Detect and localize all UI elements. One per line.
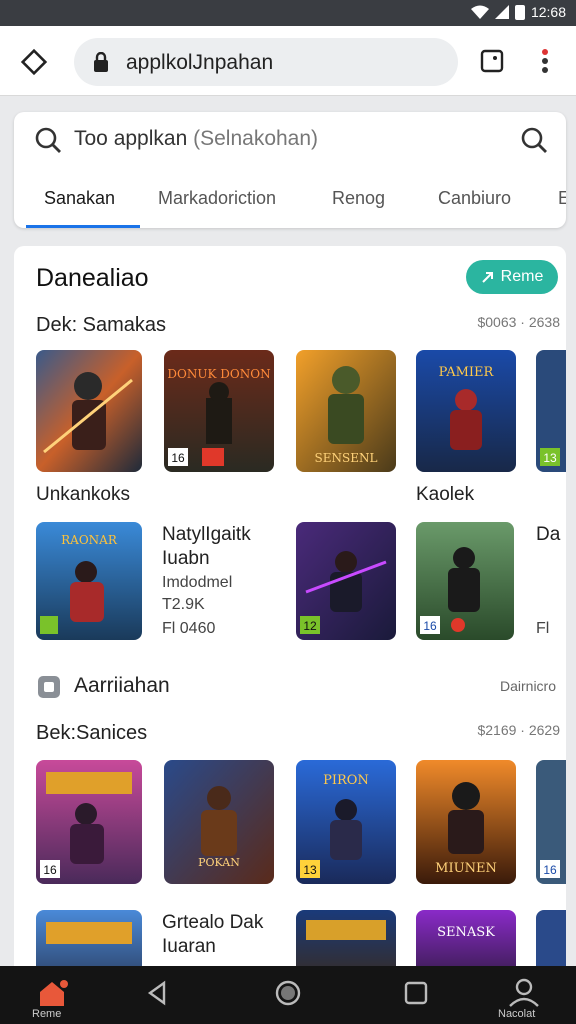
- featured2-subtitle: Iuaran: [162, 936, 216, 957]
- home-icon[interactable]: [32, 978, 72, 1008]
- status-bar: 12:68: [0, 0, 576, 26]
- game-tile-5[interactable]: 13: [536, 350, 566, 472]
- featured-line-2: T2.9K: [162, 596, 205, 613]
- bottom-navigation: Reme Nacolat: [0, 966, 576, 1024]
- game-tile-14[interactable]: [36, 910, 142, 966]
- arrow-icon: [481, 272, 493, 283]
- tile-2-title: DONUK DONON: [167, 367, 270, 381]
- lock-icon: [94, 52, 108, 72]
- featured2-title: Grtealo Dak: [162, 912, 264, 933]
- profile-label: Nacolat: [498, 1008, 536, 1020]
- tile-16-title: SENASK: [437, 925, 495, 940]
- game-tile-12[interactable]: MIUNEN: [416, 760, 516, 884]
- tile-8-age: 16: [423, 619, 437, 633]
- browser-url-bar: applkolJnpahan: [0, 26, 576, 96]
- category-tabs: Sanakan Markadoriction Renog Canbiuro E: [14, 184, 566, 228]
- signal-icon: [494, 5, 509, 19]
- section2-meta: $2169 · 2629: [477, 722, 560, 738]
- game-tile-3[interactable]: SENSENL: [296, 350, 396, 472]
- tile-6-title: RAONAR: [61, 533, 118, 547]
- search-card: Too applkan (Selnakohan) Sanakan Markado…: [14, 112, 566, 228]
- section2-subheading: Bek:Sanices: [36, 722, 148, 744]
- tile-2-age: 16: [171, 451, 185, 465]
- tile-10-title: POKAN: [198, 856, 240, 869]
- game-tile-15[interactable]: [296, 910, 396, 966]
- featured-subtitle: Iuabn: [162, 548, 210, 569]
- profile-icon[interactable]: [504, 978, 544, 1008]
- recents-icon[interactable]: [396, 978, 436, 1008]
- section-title: Danealiao: [36, 264, 149, 292]
- row1-label-left: Unkankoks: [36, 484, 130, 505]
- tab-3[interactable]: Canbiuro: [438, 188, 511, 209]
- game-tile-17[interactable]: [536, 910, 566, 966]
- search-input[interactable]: Too applkan (Selnakohan): [74, 127, 318, 151]
- tile-11-title: PIRON: [323, 773, 369, 788]
- active-tab-indicator: [26, 225, 140, 228]
- game-tile-6[interactable]: RAONAR: [36, 522, 142, 640]
- address-field[interactable]: applkolJnpahan: [74, 38, 458, 86]
- tile-3-title: SENSENL: [315, 451, 378, 465]
- section1-meta: $0063 · 2638: [477, 314, 560, 330]
- tile-9-age: 16: [43, 863, 57, 877]
- wifi-icon: [470, 5, 489, 19]
- battery-icon: [514, 4, 525, 20]
- section2-title: Aarriiahan: [74, 674, 170, 697]
- game-tile-13[interactable]: 16: [536, 760, 566, 884]
- tile-13-age: 16: [543, 863, 557, 877]
- search-icon: [35, 127, 61, 153]
- featured-line-1: Imdodmel: [162, 574, 233, 591]
- tile-12-title: MIUNEN: [435, 861, 497, 876]
- section2-icon: [38, 676, 60, 698]
- game-tile-16[interactable]: SENASK: [416, 910, 516, 966]
- search-submit-icon[interactable]: [520, 126, 548, 154]
- game-tile-11[interactable]: PIRON 13: [296, 760, 396, 884]
- search-query: Too applkan: [74, 127, 188, 150]
- tabs-icon[interactable]: [480, 49, 504, 73]
- search-hint: (Selnakohan): [193, 127, 319, 150]
- game-tile-1[interactable]: [36, 350, 142, 472]
- url-text: applkolJnpahan: [126, 51, 274, 74]
- game-tile-10[interactable]: POKAN: [164, 760, 274, 884]
- back-icon[interactable]: [138, 978, 178, 1008]
- game-tile-9[interactable]: 16: [36, 760, 142, 884]
- featured-title: NatylIgaitk: [162, 524, 251, 545]
- right-info-title: Da: [536, 524, 561, 545]
- section2-right-label[interactable]: Dairnicro: [500, 678, 556, 694]
- game-tile-4[interactable]: PAMIER: [416, 350, 516, 472]
- reme-button-label: Reme: [500, 268, 544, 285]
- diamond-home-icon[interactable]: [20, 48, 48, 76]
- tab-1[interactable]: Markadoriction: [158, 188, 276, 209]
- status-time: 12:68: [530, 4, 566, 20]
- home-button-icon[interactable]: [268, 978, 308, 1008]
- reme-button[interactable]: Reme: [466, 260, 558, 294]
- game-tile-2[interactable]: DONUK DONON 16: [164, 350, 274, 472]
- section1-subheading: Dek: Samakas: [36, 314, 167, 336]
- tile-4-title: PAMIER: [439, 365, 495, 380]
- row1-label-right: Kaolek: [416, 484, 475, 505]
- overflow-menu-icon[interactable]: [537, 46, 553, 76]
- tile-7-age: 12: [303, 619, 317, 633]
- content-panel: Danealiao Reme Dek: Samakas $0063 · 2638…: [14, 246, 566, 966]
- tile-5-age: 13: [543, 451, 557, 465]
- featured-line-3: Fl 0460: [162, 620, 216, 637]
- home-label: Reme: [32, 1008, 62, 1020]
- tab-0[interactable]: Sanakan: [44, 188, 115, 209]
- right-info-line: Fl: [536, 620, 550, 637]
- tab-2[interactable]: Renog: [332, 188, 385, 209]
- game-tile-8[interactable]: 16: [416, 522, 514, 640]
- game-tile-7[interactable]: 12: [296, 522, 396, 640]
- tile-11-age: 13: [303, 863, 317, 877]
- tab-4[interactable]: E: [558, 188, 566, 209]
